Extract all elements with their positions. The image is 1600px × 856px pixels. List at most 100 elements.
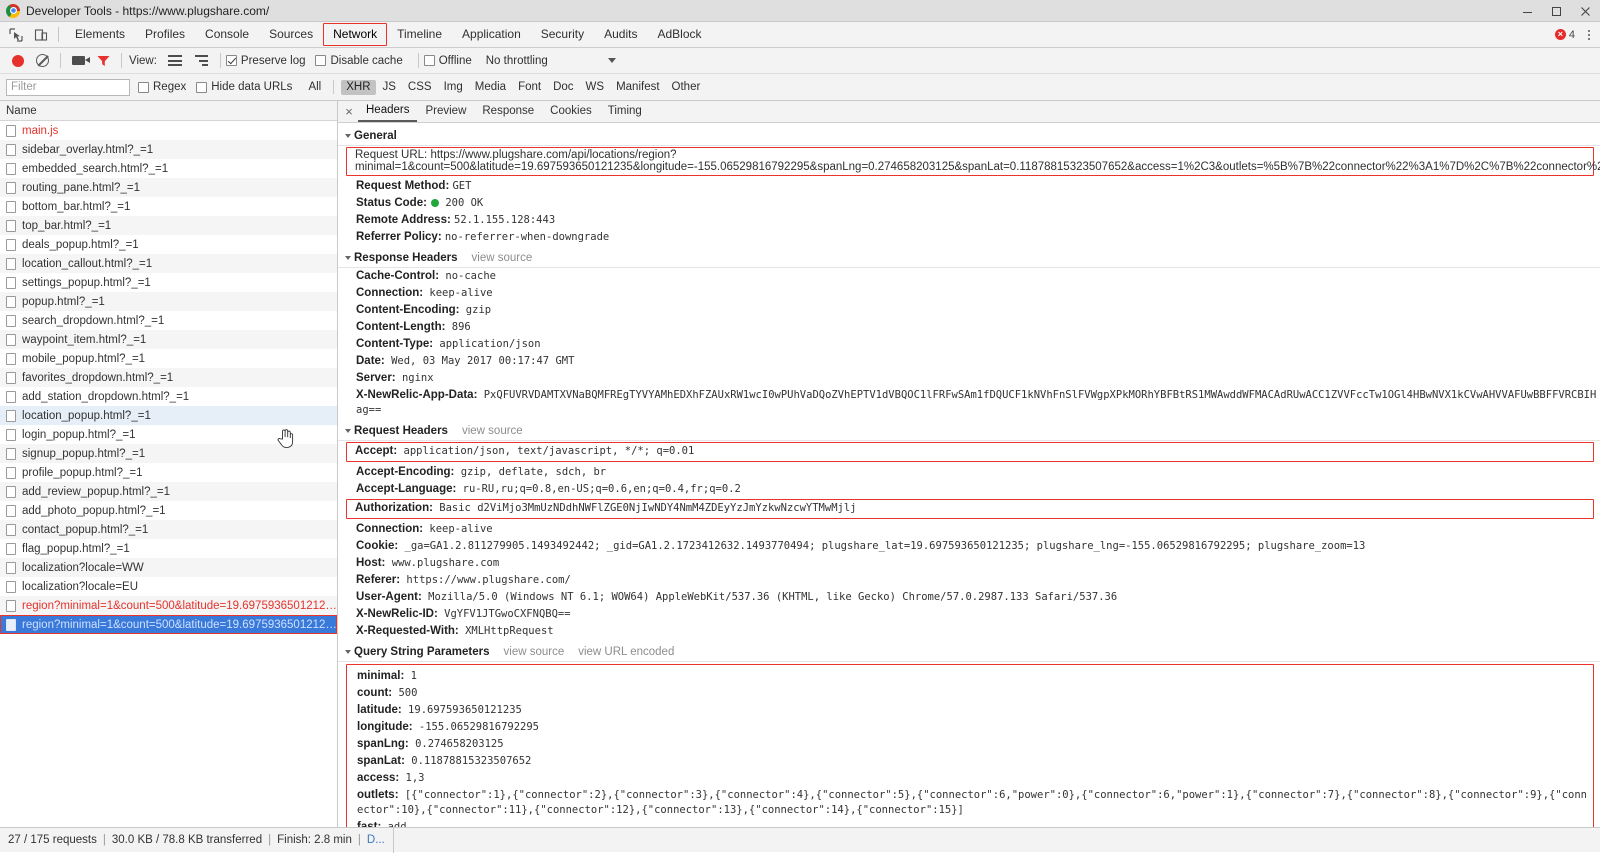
query-view-url-encoded-link[interactable]: view URL encoded: [578, 646, 674, 658]
request-list-item[interactable]: search_dropdown.html?_=1: [0, 311, 337, 330]
query-param-value: 0.11878815323507652: [404, 755, 532, 767]
request-list-item[interactable]: embedded_search.html?_=1: [0, 159, 337, 178]
hide-data-urls-checkbox[interactable]: Hide data URLs: [196, 81, 292, 93]
request-header-row: User-Agent: Mozilla/5.0 (Windows NT 6.1;…: [338, 589, 1600, 606]
query-param-row: longitude: -155.06529816792295: [357, 719, 1589, 736]
request-header-key: Host:: [356, 557, 386, 569]
view-waterfall-button[interactable]: [188, 50, 215, 72]
response-view-source-link[interactable]: view source: [472, 252, 533, 264]
request-list-item[interactable]: add_photo_popup.html?_=1: [0, 501, 337, 520]
section-general-header[interactable]: General: [338, 128, 1600, 146]
tab-network[interactable]: Network: [323, 23, 388, 46]
request-list-item[interactable]: location_callout.html?_=1: [0, 254, 337, 273]
request-list-item[interactable]: add_station_dropdown.html?_=1: [0, 387, 337, 406]
request-list-item[interactable]: contact_popup.html?_=1: [0, 520, 337, 539]
request-list-item[interactable]: login_popup.html?_=1: [0, 425, 337, 444]
request-list-item[interactable]: settings_popup.html?_=1: [0, 273, 337, 292]
request-list-item[interactable]: top_bar.html?_=1: [0, 216, 337, 235]
document-icon: [6, 409, 16, 422]
response-header-key: Content-Type:: [356, 338, 434, 350]
tab-adblock[interactable]: AdBlock: [647, 23, 711, 46]
request-list-item[interactable]: region?minimal=1&count=500&latitude=19.6…: [0, 596, 337, 615]
type-filter-font[interactable]: Font: [513, 80, 546, 95]
throttling-value[interactable]: No throttling: [486, 55, 548, 67]
tab-security[interactable]: Security: [531, 23, 594, 46]
query-param-key: minimal:: [357, 670, 405, 682]
capture-screenshots-button[interactable]: [66, 50, 91, 72]
request-list-item[interactable]: routing_pane.html?_=1: [0, 178, 337, 197]
filter-toggle-button[interactable]: [91, 50, 116, 72]
type-filter-manifest[interactable]: Manifest: [611, 80, 664, 95]
disable-cache-checkbox[interactable]: Disable cache: [315, 55, 403, 67]
request-list-item[interactable]: location_popup.html?_=1: [0, 406, 337, 425]
type-filter-media[interactable]: Media: [470, 80, 511, 95]
type-filter-xhr[interactable]: XHR: [341, 79, 376, 95]
detail-tab-headers[interactable]: Headers: [358, 101, 418, 122]
filter-input[interactable]: [6, 78, 130, 96]
request-list-item[interactable]: favorites_dropdown.html?_=1: [0, 368, 337, 387]
maximize-button[interactable]: [1542, 0, 1571, 22]
request-list-item[interactable]: deals_popup.html?_=1: [0, 235, 337, 254]
request-list-item[interactable]: flag_popup.html?_=1: [0, 539, 337, 558]
offline-checkbox[interactable]: Offline: [423, 55, 472, 67]
request-list-item[interactable]: add_review_popup.html?_=1: [0, 482, 337, 501]
tab-sources[interactable]: Sources: [259, 23, 323, 46]
request-list-item[interactable]: sidebar_overlay.html?_=1: [0, 140, 337, 159]
tab-application[interactable]: Application: [452, 23, 531, 46]
query-view-source-link[interactable]: view source: [504, 646, 565, 658]
tab-timeline[interactable]: Timeline: [387, 23, 452, 46]
request-view-source-link[interactable]: view source: [462, 425, 523, 437]
more-options-icon[interactable]: [1582, 27, 1596, 43]
tab-audits[interactable]: Audits: [594, 23, 647, 46]
request-name: routing_pane.html?_=1: [22, 181, 140, 194]
type-filter-doc[interactable]: Doc: [548, 80, 578, 95]
type-filter-img[interactable]: Img: [439, 80, 468, 95]
request-list-item[interactable]: localization?locale=EU: [0, 577, 337, 596]
request-list-item[interactable]: signup_popup.html?_=1: [0, 444, 337, 463]
request-name: main.js: [22, 124, 59, 137]
tab-console[interactable]: Console: [195, 23, 259, 46]
request-header-value: XMLHttpRequest: [458, 625, 554, 637]
type-filter-all[interactable]: All: [303, 80, 326, 95]
request-list-item[interactable]: popup.html?_=1: [0, 292, 337, 311]
preserve-log-checkbox[interactable]: Preserve log: [225, 55, 305, 67]
request-list-item[interactable]: mobile_popup.html?_=1: [0, 349, 337, 368]
type-filter-js[interactable]: JS: [378, 80, 401, 95]
section-query-string-header[interactable]: Query String Parameters view source view…: [338, 644, 1600, 662]
request-list-item[interactable]: waypoint_item.html?_=1: [0, 330, 337, 349]
request-list[interactable]: main.js sidebar_overlay.html?_=1 embedded_…: [0, 121, 337, 827]
type-filter-ws[interactable]: WS: [581, 80, 610, 95]
detail-tab-timing[interactable]: Timing: [600, 102, 650, 121]
request-list-item[interactable]: region?minimal=1&count=500&latitude=19.6…: [0, 615, 337, 634]
detail-tab-cookies[interactable]: Cookies: [542, 102, 600, 121]
regex-checkbox[interactable]: Regex: [138, 81, 186, 93]
section-response-headers-header[interactable]: Response Headers view source: [338, 250, 1600, 268]
request-list-item[interactable]: bottom_bar.html?_=1: [0, 197, 337, 216]
status-more-link[interactable]: D...: [367, 834, 385, 846]
section-request-headers-header[interactable]: Request Headers view source: [338, 423, 1600, 441]
error-count-badge[interactable]: × 4: [1554, 29, 1575, 41]
inspect-element-icon[interactable]: [4, 24, 28, 46]
response-header-row: Server: nginx: [338, 370, 1600, 387]
query-param-key: fast:: [357, 821, 382, 827]
request-list-item[interactable]: localization?locale=WW: [0, 558, 337, 577]
detail-tab-preview[interactable]: Preview: [417, 102, 474, 121]
device-toolbar-icon[interactable]: [29, 24, 53, 46]
type-filter-css[interactable]: CSS: [403, 80, 437, 95]
tab-profiles[interactable]: Profiles: [135, 23, 195, 46]
chevron-down-icon[interactable]: [607, 58, 616, 63]
tab-elements[interactable]: Elements: [65, 23, 135, 46]
minimize-button[interactable]: [1513, 0, 1542, 22]
request-list-item[interactable]: main.js: [0, 121, 337, 140]
close-button[interactable]: [1571, 0, 1600, 22]
type-filter-other[interactable]: Other: [667, 80, 706, 95]
request-list-item[interactable]: profile_popup.html?_=1: [0, 463, 337, 482]
request-name: region?minimal=1&count=500&latitude=19.6…: [22, 599, 337, 612]
detail-tab-response[interactable]: Response: [474, 102, 542, 121]
document-icon: [6, 238, 16, 251]
response-header-value: keep-alive: [423, 287, 493, 299]
close-detail-icon[interactable]: ×: [342, 105, 356, 118]
view-list-button[interactable]: [162, 50, 188, 72]
record-button[interactable]: [6, 50, 30, 72]
clear-button[interactable]: [30, 50, 55, 72]
